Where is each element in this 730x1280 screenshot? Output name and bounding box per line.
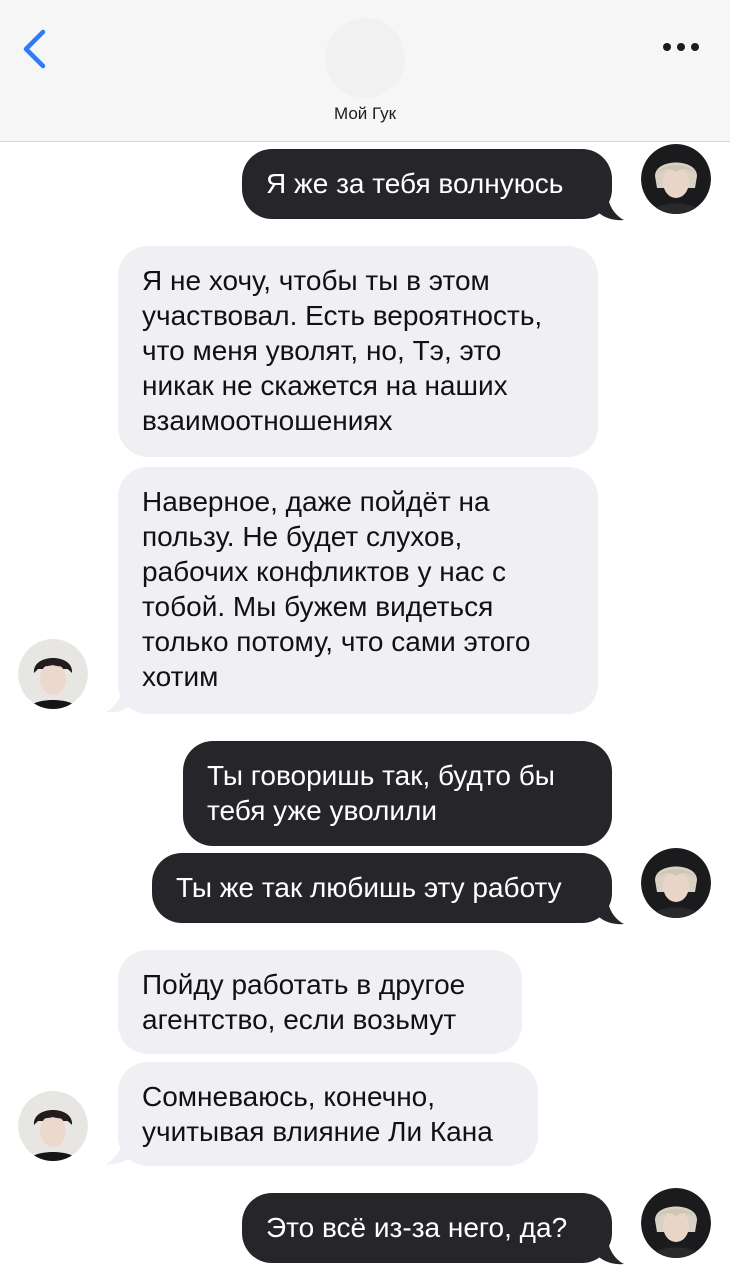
bubble-tail	[106, 1142, 134, 1165]
message-bubble-outgoing[interactable]: Ты же так любишь эту работу	[152, 853, 612, 923]
message-bubble-outgoing[interactable]: Ты говоришь так, будто бы тебя уже уволи…	[183, 741, 612, 846]
ellipsis-icon	[663, 43, 699, 51]
user-avatar-image	[641, 848, 711, 918]
message-bubble-incoming[interactable]: Наверное, даже пойдёт на пользу. Не буде…	[118, 467, 598, 714]
contact-avatar-image	[18, 639, 88, 709]
contact-avatar-image	[18, 1091, 88, 1161]
user-avatar-image	[641, 144, 711, 214]
message-bubble-incoming[interactable]: Я не хочу, чтобы ты в этом участвовал. Е…	[118, 246, 598, 457]
bubble-tail	[106, 690, 134, 713]
message-text: Я же за тебя волнуюсь	[266, 168, 564, 199]
bubble-tail	[596, 902, 624, 925]
user-avatar[interactable]	[641, 1188, 711, 1258]
message-text: Ты говоришь так, будто бы тебя уже уволи…	[207, 760, 555, 826]
more-button[interactable]	[656, 30, 706, 64]
message-text: Я не хочу, чтобы ты в этом участвовал. Е…	[142, 265, 543, 436]
message-text: Ты же так любишь эту работу	[176, 872, 562, 903]
contact-avatar[interactable]	[325, 18, 405, 98]
contact-message-avatar[interactable]	[18, 639, 88, 709]
chevron-left-icon	[23, 29, 46, 69]
message-text: Наверное, даже пойдёт на пользу. Не буде…	[142, 486, 531, 692]
message-text: Сомневаюсь, конечно, учитывая влияние Ли…	[142, 1081, 493, 1147]
bubble-tail	[596, 198, 624, 221]
message-bubble-outgoing[interactable]: Это всё из-за него, да?	[242, 1193, 612, 1263]
message-text: Это всё из-за него, да?	[266, 1212, 568, 1243]
contact-message-avatar[interactable]	[18, 1091, 88, 1161]
user-avatar[interactable]	[641, 848, 711, 918]
bubble-tail	[596, 1242, 624, 1265]
user-avatar[interactable]	[641, 144, 711, 214]
message-bubble-incoming[interactable]: Пойду работать в другое агентство, если …	[118, 950, 522, 1054]
message-bubble-outgoing[interactable]: Я же за тебя волнуюсь	[242, 149, 612, 219]
message-bubble-incoming[interactable]: Сомневаюсь, конечно, учитывая влияние Ли…	[118, 1062, 538, 1166]
contact-name[interactable]: Мой Гук	[0, 104, 730, 124]
user-avatar-image	[641, 1188, 711, 1258]
message-text: Пойду работать в другое агентство, если …	[142, 969, 466, 1035]
back-button[interactable]	[16, 26, 56, 72]
chat-header: Мой Гук	[0, 0, 730, 142]
